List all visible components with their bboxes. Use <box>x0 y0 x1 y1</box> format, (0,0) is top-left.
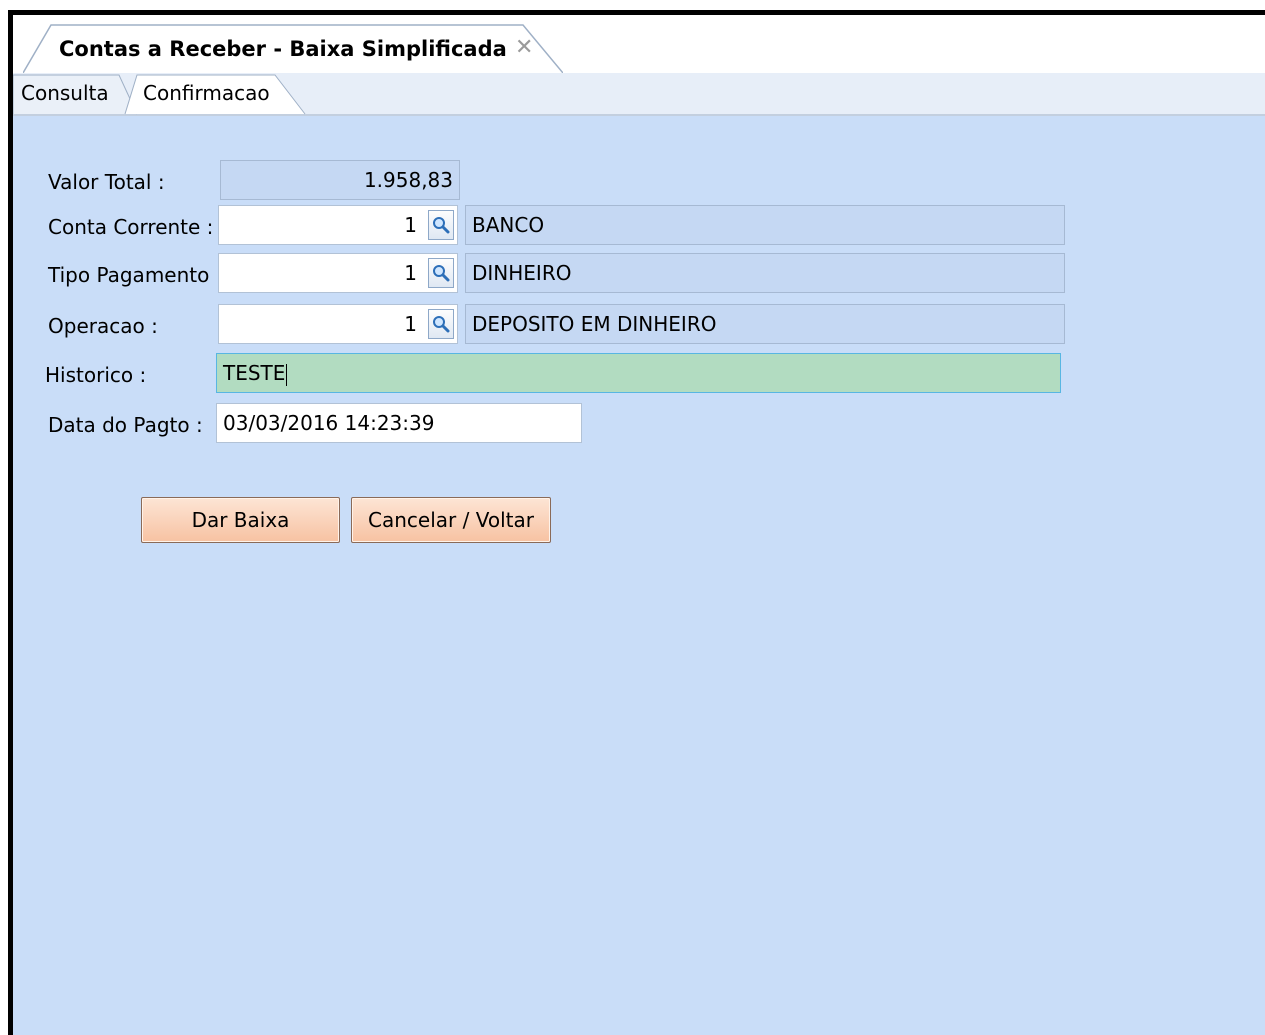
conta-corrente-code-input[interactable]: 1 <box>218 205 458 245</box>
tipo-pagamento-description: DINHEIRO <box>465 253 1065 293</box>
conta-corrente-label: Conta Corrente : <box>48 215 214 239</box>
tab-consulta[interactable]: Consulta <box>21 81 109 105</box>
operacao-description: DEPOSITO EM DINHEIRO <box>465 304 1065 344</box>
cancelar-voltar-button[interactable]: Cancelar / Voltar <box>351 497 551 543</box>
historico-input[interactable]: TESTE <box>216 353 1061 393</box>
tipo-pagamento-code-input[interactable]: 1 <box>218 253 458 293</box>
data-pagto-label: Data do Pagto : <box>48 413 203 437</box>
historico-label: Historico : <box>45 363 147 387</box>
dar-baixa-button[interactable]: Dar Baixa <box>141 497 340 543</box>
window-frame: Contas a Receber - Baixa Simplificada ✕ … <box>8 10 1265 1035</box>
data-pagto-input[interactable]: 03/03/2016 14:23:39 <box>216 403 582 443</box>
valor-total-field: 1.958,83 <box>220 160 460 200</box>
magnifier-icon <box>433 316 450 333</box>
subtab-strip: Consulta Confirmacao <box>13 73 1265 116</box>
operacao-label: Operacao : <box>48 314 158 338</box>
tab-confirmacao[interactable]: Confirmacao <box>143 81 270 105</box>
close-icon[interactable]: ✕ <box>515 35 533 60</box>
document-tab[interactable]: Contas a Receber - Baixa Simplificada ✕ <box>23 23 563 73</box>
text-caret <box>286 363 288 386</box>
historico-value: TESTE <box>223 361 286 385</box>
document-tab-title: Contas a Receber - Baixa Simplificada <box>59 37 507 61</box>
tipo-pagamento-lookup-button[interactable] <box>428 258 454 288</box>
conta-corrente-lookup-button[interactable] <box>428 210 454 240</box>
magnifier-icon <box>433 217 450 234</box>
operacao-lookup-button[interactable] <box>428 309 454 339</box>
document-tab-strip: Contas a Receber - Baixa Simplificada ✕ <box>13 15 1265 73</box>
magnifier-icon <box>433 265 450 282</box>
tipo-pagamento-label: Tipo Pagamento : <box>48 263 223 287</box>
conta-corrente-description: BANCO <box>465 205 1065 245</box>
operacao-code-input[interactable]: 1 <box>218 304 458 344</box>
valor-total-label: Valor Total : <box>48 170 165 194</box>
